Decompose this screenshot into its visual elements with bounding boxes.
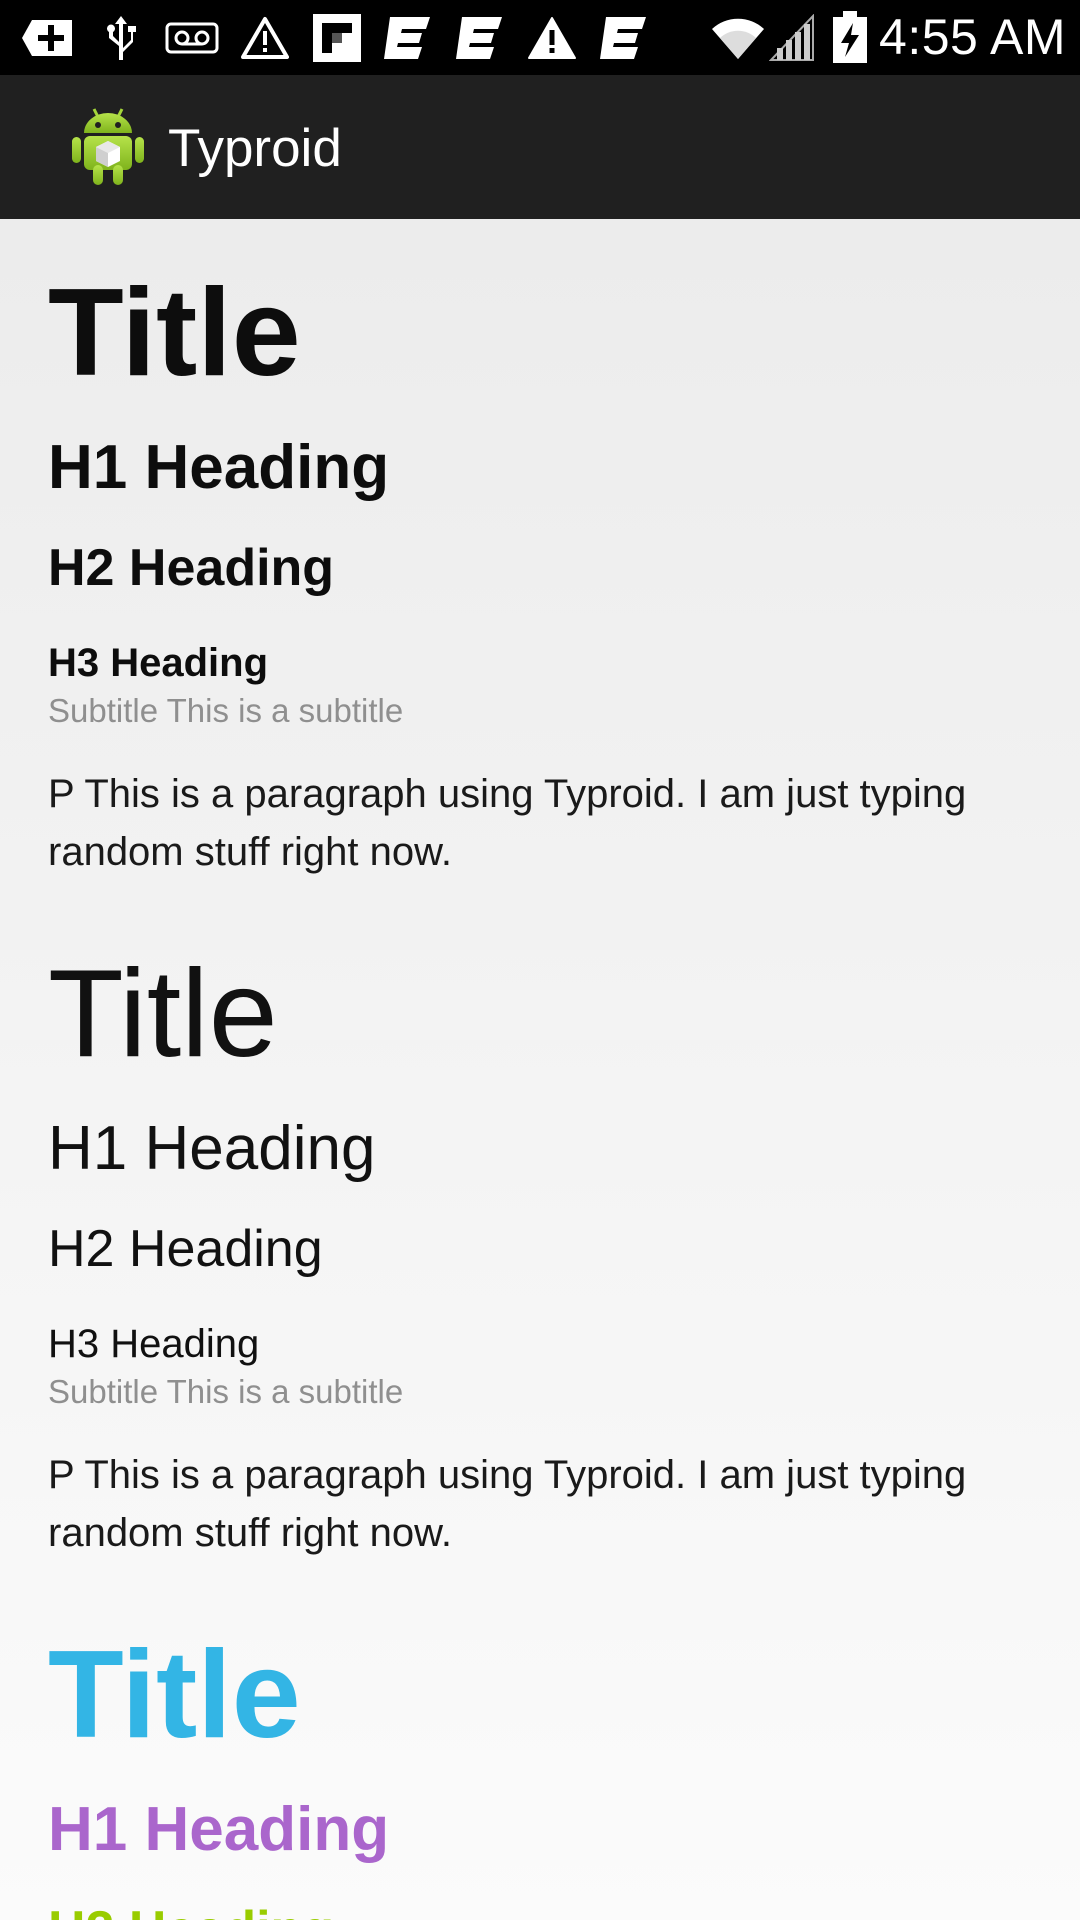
- h1-heading-colored: H1 Heading: [48, 1795, 390, 1864]
- h2-heading-light: H2 Heading: [48, 1220, 323, 1278]
- warning-icon: [525, 14, 579, 62]
- paragraph-bold-section: P This is a paragraph using Typroid. I a…: [48, 772, 967, 874]
- cell-signal-icon: [768, 14, 816, 62]
- h2-heading-colored: H2 Heading: [48, 1898, 334, 1920]
- status-bar: 4:55 AM: [0, 0, 1080, 75]
- h1-heading-bold: H1 Heading: [48, 433, 390, 502]
- voicemail-icon: [165, 14, 219, 62]
- usb-icon: [94, 14, 148, 62]
- h2-heading-bold: H2 Heading: [48, 539, 335, 597]
- wifi-icon: [708, 14, 768, 62]
- notification-e-icon: [596, 14, 650, 62]
- warning-outline-icon: [238, 14, 292, 62]
- notification-e-icon: [380, 14, 434, 62]
- battery-charging-icon: [828, 11, 872, 63]
- clock: 4:55 AM: [879, 9, 1066, 65]
- action-bar: Typroid: [0, 75, 1080, 219]
- title-colored: Title: [48, 1626, 301, 1764]
- paragraph-light-section: P This is a paragraph using Typroid. I a…: [48, 1453, 967, 1555]
- h3-heading-bold: H3 Heading: [48, 641, 269, 685]
- subtitle-bold-section: Subtitle This is a subtitle: [48, 692, 404, 729]
- add-notification-icon: [22, 14, 76, 62]
- android-icon[interactable]: [70, 103, 146, 187]
- app-title: Typroid: [168, 119, 342, 178]
- title-light: Title: [48, 945, 278, 1083]
- notification-e-icon: [452, 14, 506, 62]
- h3-heading-light: H3 Heading: [48, 1322, 260, 1366]
- typography-sample-list[interactable]: Title H1 Heading H2 Heading H3 Heading S…: [0, 219, 1080, 1920]
- subtitle-light-section: Subtitle This is a subtitle: [48, 1373, 404, 1410]
- flipboard-icon: [310, 14, 364, 62]
- h1-heading-light: H1 Heading: [48, 1114, 376, 1183]
- title-bold: Title: [48, 264, 301, 402]
